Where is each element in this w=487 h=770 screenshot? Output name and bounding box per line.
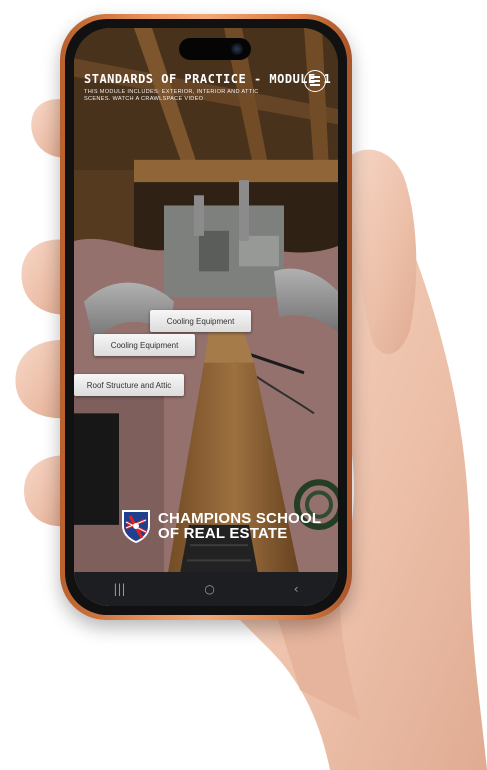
shield-flag-icon [122,510,150,543]
brand-name: CHAMPIONS SCHOOL OF REAL ESTATE [158,511,321,541]
menu-bar-icon [310,80,320,82]
phone-screen: STANDARDS OF PRACTICE - MODULE 1 THIS MO… [74,28,338,606]
menu-bar-icon [310,76,320,78]
brand-logo: CHAMPIONS SCHOOL OF REAL ESTATE [120,508,321,544]
hamburger-menu-icon[interactable] [304,70,326,92]
module-header: STANDARDS OF PRACTICE - MODULE 1 THIS MO… [84,72,332,103]
home-icon[interactable]: ○ [204,582,214,596]
brand-line-1: CHAMPIONS SCHOOL [158,510,322,527]
hotspot-cooling-equipment[interactable]: Cooling Equipment [94,334,195,356]
module-subtitle: THIS MODULE INCLUDES: EXTERIOR, INTERIOR… [84,89,259,102]
hotspot-cooling-equipment[interactable]: Cooling Equipment [150,310,251,332]
camera-icon [231,43,243,55]
brand-line-2: OF REAL ESTATE [158,525,288,542]
recent-apps-icon[interactable]: ||| [113,582,125,596]
dynamic-island [179,38,251,60]
module-title: STANDARDS OF PRACTICE - MODULE 1 [84,72,332,86]
smartphone-frame: STANDARDS OF PRACTICE - MODULE 1 THIS MO… [60,14,352,620]
hotspot-roof-structure-and-attic[interactable]: Roof Structure and Attic [74,374,184,396]
menu-bar-icon [310,84,320,86]
phone-bezel: STANDARDS OF PRACTICE - MODULE 1 THIS MO… [65,19,347,615]
android-navigation-bar: ||| ○ ‹ [74,572,338,606]
back-icon[interactable]: ‹ [294,582,299,596]
